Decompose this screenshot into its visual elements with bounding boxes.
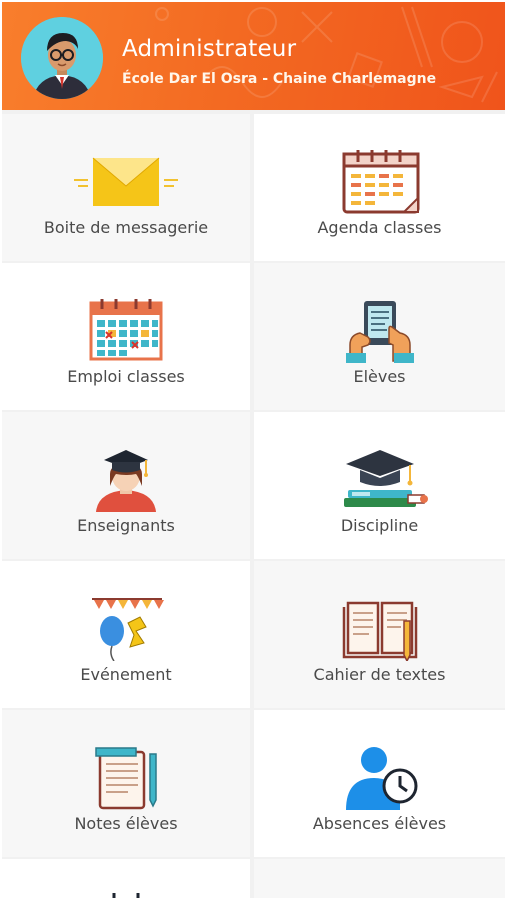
- tile-notes-eleves[interactable]: Notes élèves: [2, 710, 250, 857]
- tile-partial-right[interactable]: [254, 859, 505, 898]
- tile-partial-left[interactable]: [2, 859, 250, 898]
- tile-emploi-classes[interactable]: Emploi classes: [2, 263, 250, 410]
- open-book-pencil-icon: [342, 601, 417, 661]
- profile-header: Administrateur École Dar El Osra - Chain…: [2, 2, 505, 110]
- tile-label: Discipline: [340, 516, 419, 535]
- tablet-hands-icon: [345, 301, 414, 363]
- balloon-bunting-icon: [92, 598, 164, 661]
- tile-cahier-de-textes[interactable]: Cahier de textes: [254, 561, 505, 708]
- graduate-teacher-icon: [96, 450, 156, 512]
- tile-label: Evénement: [80, 665, 172, 684]
- tile-label: Notes élèves: [74, 814, 178, 833]
- tile-discipline[interactable]: Discipline: [254, 412, 505, 559]
- menu-grid: Boite de messagerie Agenda classes Emplo…: [2, 114, 505, 898]
- administrator-avatar-icon: [21, 17, 103, 99]
- envelope-icon: [74, 157, 178, 206]
- tile-label: Enseignants: [77, 516, 175, 535]
- tile-label: Agenda classes: [317, 218, 442, 237]
- tile-enseignants[interactable]: Enseignants: [2, 412, 250, 559]
- tile-label: Absences élèves: [312, 814, 447, 833]
- user-avatar[interactable]: [21, 17, 103, 99]
- tile-messagerie[interactable]: Boite de messagerie: [2, 114, 250, 261]
- tile-evenement[interactable]: Evénement: [2, 561, 250, 708]
- tile-label: Elèves: [353, 367, 406, 386]
- app-screen: Administrateur École Dar El Osra - Chain…: [2, 2, 505, 898]
- notes-pencil-icon: [95, 747, 157, 810]
- tile-label: Emploi classes: [67, 367, 185, 386]
- user-clock-icon: [345, 747, 417, 810]
- tile-eleves[interactable]: Elèves: [254, 263, 505, 410]
- user-role-title: Administrateur: [122, 36, 297, 62]
- calendar-agenda-icon: [342, 150, 419, 214]
- school-name: École Dar El Osra - Chaine Charlemagne: [122, 71, 437, 87]
- tile-absences-eleves[interactable]: Absences élèves: [254, 710, 505, 857]
- calendar-partial-icon: [112, 893, 140, 898]
- timetable-calendar-icon: [89, 299, 163, 361]
- mortarboard-books-icon: [343, 450, 428, 507]
- tile-label: Boite de messagerie: [43, 218, 209, 237]
- tile-agenda-classes[interactable]: Agenda classes: [254, 114, 505, 261]
- tile-label: Cahier de textes: [313, 665, 446, 684]
